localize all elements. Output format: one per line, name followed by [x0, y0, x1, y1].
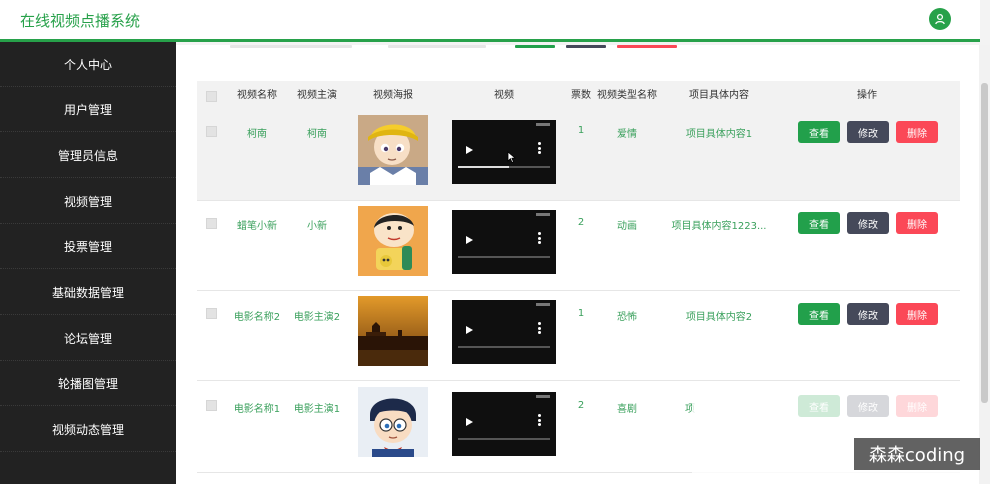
row-checkbox[interactable]: [206, 126, 217, 137]
sidebar-item-vote-management[interactable]: 投票管理: [0, 224, 176, 269]
select-input-edge: [388, 45, 486, 48]
header-video-poster: 视频海报: [373, 90, 413, 101]
delete-button[interactable]: 删除: [896, 303, 938, 325]
header-content: 项目具体内容: [689, 90, 749, 101]
cell-video-type: 恐怖: [617, 312, 637, 323]
cell-video-name: 电影名称1: [233, 404, 281, 415]
cell-video-type: 喜剧: [617, 404, 637, 415]
table-header: 视频名称 视频主演 视频海报 视频 票数 视频类型名称 项目具体内容 操作: [197, 81, 960, 111]
delete-button[interactable]: 删除: [896, 212, 938, 234]
view-button[interactable]: 查看: [798, 121, 840, 143]
cell-content: 项目具体内容1223...: [671, 221, 767, 232]
cell-votes: 1: [577, 308, 585, 319]
mouse-cursor-icon: [507, 151, 517, 164]
sidebar-item-basic-data[interactable]: 基础数据管理: [0, 270, 176, 315]
cell-votes: 2: [577, 400, 585, 411]
sidebar-item-label: 轮播图管理: [57, 376, 118, 391]
header-video: 视频: [494, 90, 514, 101]
cell-video-actor: 电影主演1: [293, 404, 341, 415]
more-options-icon[interactable]: [538, 322, 541, 334]
video-progress-track[interactable]: [458, 256, 550, 258]
video-player[interactable]: [452, 300, 556, 364]
add-button-edge: [566, 45, 606, 48]
sidebar: 个人中心 用户管理 管理员信息 视频管理 投票管理 基础数据管理 论坛管理 轮播…: [0, 42, 176, 484]
video-progress-track[interactable]: [458, 438, 550, 440]
cell-video-name: 柯南: [247, 129, 267, 140]
edit-button[interactable]: 修改: [847, 212, 889, 234]
sidebar-item-label: 视频动态管理: [51, 422, 124, 437]
play-icon[interactable]: [466, 418, 473, 426]
table-row: 蜡笔小新 小新 2 动画 项目具体内容1223... 查看 修改 删除: [197, 201, 960, 291]
sidebar-item-label: 用户管理: [63, 102, 112, 117]
sidebar-item-video-management[interactable]: 视频管理: [0, 179, 176, 224]
search-button-edge: [515, 45, 555, 48]
top-bar: 在线视频点播系统: [0, 0, 980, 42]
view-button[interactable]: 查看: [798, 303, 840, 325]
poster-image: [358, 387, 428, 457]
row-checkbox[interactable]: [206, 308, 217, 319]
sidebar-item-label: 基础数据管理: [51, 285, 124, 300]
delete-button[interactable]: 删除: [896, 121, 938, 143]
view-button[interactable]: 查看: [798, 212, 840, 234]
poster-image: [358, 296, 428, 366]
sidebar-item-carousel[interactable]: 轮播图管理: [0, 361, 176, 406]
play-icon[interactable]: [466, 236, 473, 244]
more-options-icon[interactable]: [538, 414, 541, 426]
scroll-thumb[interactable]: [981, 83, 988, 403]
cell-video-name: 蜡笔小新: [237, 221, 277, 232]
cell-video-name: 电影名称2: [233, 312, 281, 323]
select-all-checkbox[interactable]: [206, 91, 217, 102]
sidebar-item-label: 个人中心: [63, 57, 112, 72]
app-title: 在线视频点播系统: [20, 12, 141, 30]
header-video-name: 视频名称: [237, 90, 277, 101]
table-row: 柯南 柯南 1 爱情 项目具体内容1 查看 修改 删除: [197, 111, 960, 201]
cell-video-type: 爱情: [617, 129, 637, 140]
cell-votes: 1: [577, 125, 585, 136]
cell-video-actor: 小新: [307, 221, 327, 232]
header-video-actor: 视频主演: [297, 90, 337, 101]
cell-content: 项目具体内容2: [685, 312, 753, 323]
batch-delete-button-edge: [617, 45, 677, 48]
poster-image: [358, 115, 428, 185]
sidebar-item-personal-center[interactable]: 个人中心: [0, 42, 176, 87]
video-progress-track[interactable]: [458, 346, 550, 348]
video-player[interactable]: [452, 210, 556, 274]
play-icon[interactable]: [466, 146, 473, 154]
header-operations: 操作: [857, 90, 877, 101]
sidebar-item-video-news[interactable]: 视频动态管理: [0, 407, 176, 452]
poster-image: [358, 206, 428, 276]
more-options-icon[interactable]: [538, 232, 541, 244]
page-scrollbar[interactable]: [979, 45, 990, 484]
cell-video-actor: 柯南: [307, 129, 327, 140]
sidebar-item-admin-info[interactable]: 管理员信息: [0, 133, 176, 178]
row-checkbox[interactable]: [206, 218, 217, 229]
sidebar-item-forum[interactable]: 论坛管理: [0, 316, 176, 361]
sidebar-item-label: 投票管理: [63, 239, 112, 254]
search-input-edge: [230, 45, 352, 48]
sidebar-item-label: 视频管理: [63, 194, 112, 209]
edit-button[interactable]: 修改: [847, 303, 889, 325]
header-video-type: 视频类型名称: [597, 90, 657, 101]
cell-video-type: 动画: [617, 221, 637, 232]
table-row: 电影名称2 电影主演2 1 恐怖 项目具体内容2 查看 修改 删除: [197, 291, 960, 381]
row-checkbox[interactable]: [206, 400, 217, 411]
sidebar-item-user-management[interactable]: 用户管理: [0, 87, 176, 132]
video-player[interactable]: [452, 392, 556, 456]
play-icon[interactable]: [466, 326, 473, 334]
header-votes: 票数: [571, 90, 591, 101]
cell-content: 项目具体内容1: [685, 129, 753, 140]
video-progress-fill: [458, 166, 509, 168]
watermark: 森森coding: [854, 438, 980, 470]
sidebar-item-label: 管理员信息: [57, 148, 118, 163]
sidebar-item-label: 论坛管理: [63, 331, 112, 346]
more-options-icon[interactable]: [538, 142, 541, 154]
user-avatar-icon[interactable]: [929, 8, 951, 30]
video-player[interactable]: [452, 120, 556, 184]
cell-votes: 2: [577, 217, 585, 228]
cell-video-actor: 电影主演2: [293, 312, 341, 323]
edit-button[interactable]: 修改: [847, 121, 889, 143]
